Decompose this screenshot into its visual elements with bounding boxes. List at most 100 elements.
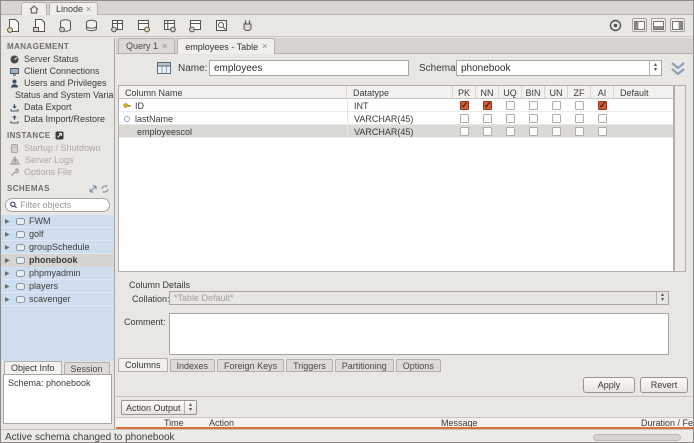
header-default[interactable]: Default — [614, 86, 673, 99]
expand-form-chevron-icon[interactable] — [669, 61, 687, 76]
toggle-right-panel-icon[interactable] — [670, 18, 685, 32]
sidebar-item-client-connections[interactable]: Client Connections — [1, 65, 114, 77]
create-procedure-icon[interactable] — [161, 18, 178, 34]
header-datatype[interactable]: Datatype — [347, 86, 453, 99]
schema-item-scavenger[interactable]: ▶ scavenger — [1, 293, 114, 306]
expander-icon[interactable]: ▶ — [5, 218, 12, 225]
expander-icon[interactable]: ▶ — [5, 296, 12, 303]
checkbox-un[interactable] — [552, 101, 561, 110]
close-tab-icon[interactable]: × — [262, 42, 267, 51]
schema-item-golf[interactable]: ▶ golf — [1, 228, 114, 241]
reconnect-server-icon[interactable] — [239, 18, 256, 34]
schema-item-groupschedule[interactable]: ▶ groupSchedule — [1, 241, 114, 254]
schema-filter-box[interactable] — [5, 198, 110, 212]
sidebar-item-data-export[interactable]: Data Export — [1, 101, 114, 113]
sidebar-item-options-file[interactable]: Options File — [1, 166, 114, 178]
checkbox-uq[interactable] — [506, 114, 515, 123]
tab-employees-table[interactable]: employees - Table × — [177, 38, 276, 54]
close-tab-icon[interactable]: × — [86, 4, 91, 14]
sidebar-item-users-privileges[interactable]: Users and Privileges — [1, 77, 114, 89]
expander-icon[interactable]: ▶ — [5, 231, 12, 238]
connection-tab-linode[interactable]: Linode × — [49, 2, 99, 15]
checkbox-nn[interactable] — [483, 127, 492, 136]
expand-schemas-icon[interactable] — [89, 185, 97, 193]
expander-icon[interactable]: ▶ — [5, 244, 12, 251]
checkbox-ai[interactable] — [598, 100, 607, 111]
create-table-icon[interactable] — [109, 18, 126, 34]
column-row-lastname[interactable]: lastName VARCHAR(45) — [119, 112, 673, 125]
header-un[interactable]: UN — [545, 86, 568, 99]
checkbox-zf[interactable] — [575, 101, 584, 110]
tab-query-1[interactable]: Query 1 × — [118, 38, 176, 53]
tab-triggers[interactable]: Triggers — [286, 359, 333, 372]
header-ai[interactable]: AI — [591, 86, 614, 99]
column-row-id[interactable]: ID INT — [119, 99, 673, 112]
create-schema-icon[interactable] — [57, 18, 74, 34]
header-bin[interactable]: BIN — [522, 86, 545, 99]
column-row-employeescol[interactable]: employeescol VARCHAR(45) — [119, 125, 673, 138]
expander-icon[interactable]: ▶ — [5, 270, 12, 277]
revert-button[interactable]: Revert — [640, 377, 688, 393]
status-circle-icon[interactable] — [609, 19, 622, 32]
checkbox-pk[interactable] — [460, 100, 469, 111]
header-column-name[interactable]: Column Name — [119, 86, 347, 99]
tab-partitioning[interactable]: Partitioning — [334, 359, 394, 372]
comment-textarea[interactable] — [169, 313, 669, 355]
create-function-icon[interactable] — [187, 18, 204, 34]
tab-session[interactable]: Session — [63, 362, 110, 374]
tab-foreign-keys[interactable]: Foreign Keys — [217, 359, 285, 372]
schema-item-players[interactable]: ▶ players — [1, 280, 114, 293]
new-query-icon[interactable] — [5, 18, 22, 34]
checkbox-pk[interactable] — [460, 127, 469, 136]
tab-options[interactable]: Options — [395, 359, 441, 372]
checkbox-pk[interactable] — [460, 114, 469, 123]
sidebar-item-data-import[interactable]: Data Import/Restore — [1, 113, 114, 125]
tab-object-info[interactable]: Object Info — [4, 361, 62, 374]
sidebar-item-status-system-variables[interactable]: Status and System Variables — [1, 89, 114, 101]
checkbox-zf[interactable] — [575, 114, 584, 123]
header-uq[interactable]: UQ — [499, 86, 522, 99]
checkbox-ai[interactable] — [598, 114, 607, 123]
checkbox-un[interactable] — [552, 127, 561, 136]
schema-item-fwm[interactable]: ▶ FWM — [1, 215, 114, 228]
header-pk[interactable]: PK — [453, 86, 476, 99]
home-tab[interactable] — [21, 2, 47, 15]
action-output-select[interactable]: Action Output — [121, 400, 197, 415]
checkbox-zf[interactable] — [575, 127, 584, 136]
header-zf[interactable]: ZF — [568, 86, 591, 99]
checkbox-bin[interactable] — [529, 127, 538, 136]
sidebar-item-server-logs[interactable]: Server Logs — [1, 154, 114, 166]
sidebar-item-startup-shutdown[interactable]: Startup / Shutdown — [1, 142, 114, 154]
refresh-schemas-icon[interactable] — [101, 184, 109, 193]
checkbox-bin[interactable] — [529, 114, 538, 123]
checkbox-un[interactable] — [552, 114, 561, 123]
apply-button[interactable]: Apply — [583, 377, 635, 393]
close-tab-icon[interactable]: × — [162, 41, 167, 51]
open-script-icon[interactable] — [31, 18, 48, 34]
header-nn[interactable]: NN — [476, 86, 499, 99]
expander-icon[interactable]: ▶ — [5, 257, 12, 264]
checkbox-uq[interactable] — [506, 127, 515, 136]
create-view-icon[interactable] — [135, 18, 152, 34]
create-database-icon[interactable] — [83, 18, 100, 34]
toggle-bottom-panel-icon[interactable] — [651, 18, 666, 32]
toggle-left-panel-icon[interactable] — [632, 18, 647, 32]
checkbox-nn[interactable] — [483, 114, 492, 123]
collation-select[interactable]: *Table Default* — [169, 291, 669, 305]
grid-scrollbar-track[interactable] — [674, 85, 686, 272]
table-name-input[interactable] — [209, 60, 409, 76]
checkbox-bin[interactable] — [529, 101, 538, 110]
search-data-icon[interactable] — [213, 18, 230, 34]
schema-select[interactable]: phonebook — [456, 60, 662, 76]
checkbox-uq[interactable] — [506, 101, 515, 110]
tab-columns[interactable]: Columns — [118, 358, 168, 372]
schema-item-phonebook[interactable]: ▶ phonebook — [1, 254, 114, 267]
checkbox-nn[interactable] — [483, 100, 492, 111]
sidebar-item-server-status[interactable]: Server Status — [1, 53, 114, 65]
schema-filter-input[interactable] — [20, 200, 105, 210]
horizontal-scrollbar-thumb[interactable] — [593, 434, 681, 441]
checkbox-ai[interactable] — [598, 127, 607, 136]
tab-indexes[interactable]: Indexes — [169, 359, 216, 372]
expander-icon[interactable]: ▶ — [5, 283, 12, 290]
schema-item-phpmyadmin[interactable]: ▶ phpmyadmin — [1, 267, 114, 280]
